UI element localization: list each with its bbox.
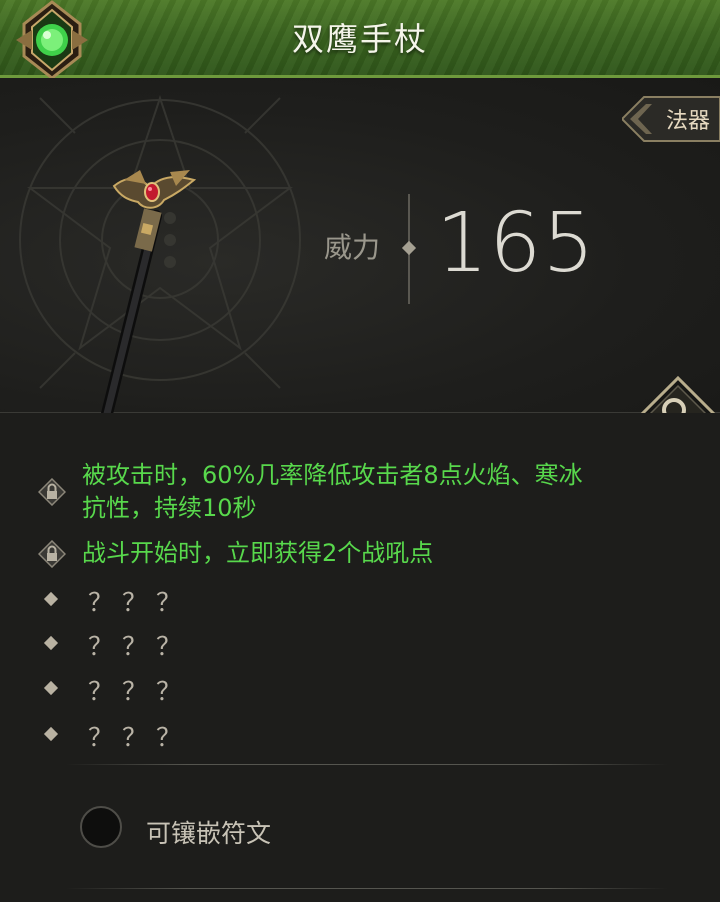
lock-icon <box>38 540 66 568</box>
stat-divider <box>401 194 417 304</box>
lock-icon <box>38 478 66 506</box>
title-bar: 双鹰手杖 <box>0 0 720 80</box>
item-preview-panel: 法器 威力 165 <box>0 78 720 456</box>
attribute-text-2: 战斗开始时，立即获得2个战吼点 <box>82 539 434 567</box>
rune-socket-label: 可镶嵌符文 <box>146 819 272 848</box>
item-title: 双鹰手杖 <box>291 20 428 58</box>
power-label: 威力 <box>324 231 381 264</box>
power-value: 165 <box>436 196 596 291</box>
section-divider <box>66 888 668 889</box>
unknown-attribute-2: ？？？ <box>88 632 191 661</box>
unknown-attribute-3: ？？？ <box>88 677 191 706</box>
attribute-1-line-2: 抗性，持续10秒 <box>82 494 257 522</box>
rune-socket[interactable] <box>80 806 122 848</box>
attribute-1-line-1: 被攻击时，60%几率降低攻击者8点火焰、寒冰 <box>82 461 583 489</box>
attribute-text-1: 被攻击时，60%几率降低攻击者8点火焰、寒冰 抗性，持续10秒 <box>82 459 682 525</box>
unknown-attribute-1: ？？？ <box>88 588 191 617</box>
unknown-attribute-4: ？？？ <box>88 723 191 752</box>
category-label: 法器 <box>666 109 711 134</box>
section-divider <box>66 764 668 765</box>
